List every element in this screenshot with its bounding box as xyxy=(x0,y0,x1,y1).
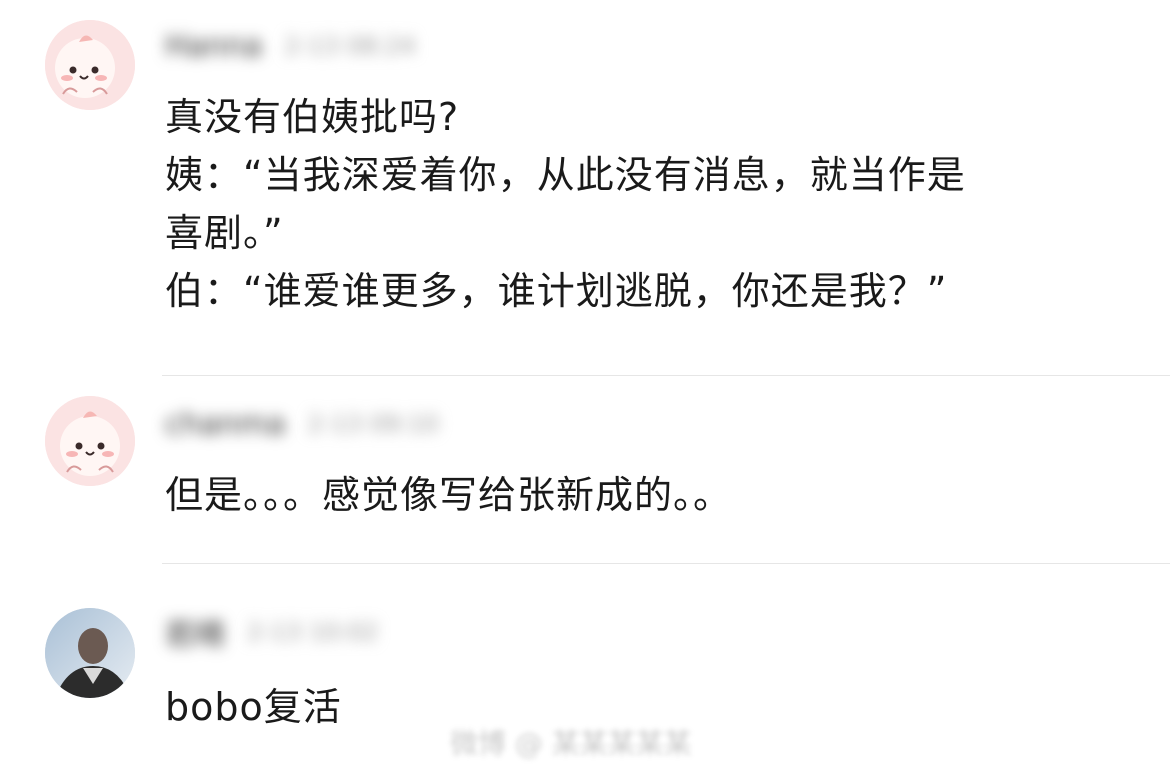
pink-cartoon-avatar-icon xyxy=(45,396,135,486)
timestamp: 2-13 09:10 xyxy=(307,410,439,438)
user-avatar[interactable] xyxy=(45,20,135,110)
comment-line: 但是。。。感觉像写给张新成的。。 xyxy=(165,473,733,517)
user-avatar[interactable] xyxy=(45,608,135,698)
timestamp: 2-13 10:02 xyxy=(247,618,379,646)
username[interactable]: chanma xyxy=(165,407,286,442)
comment-divider xyxy=(162,375,1170,376)
comment-line: 姨：“当我深爱着你，从此没有消息，就当作是 xyxy=(165,153,966,197)
comment-text: 但是。。。感觉像写给张新成的。。 xyxy=(165,466,1125,524)
username[interactable]: Hanna xyxy=(165,29,262,64)
username[interactable]: 若晴 xyxy=(165,610,225,654)
comment-meta: 若晴 2-13 10:02 xyxy=(165,610,379,654)
comment-meta: chanma 2-13 09:10 xyxy=(165,404,439,444)
photo-avatar-icon xyxy=(45,608,135,698)
user-avatar[interactable] xyxy=(45,396,135,486)
comment-divider xyxy=(162,563,1170,564)
comment-meta: Hanna 2-13 08:24 xyxy=(165,26,416,66)
watermark: 微博 @ 某某某某某 xyxy=(450,722,720,762)
watermark-text: 微博 @ 某某某某某 xyxy=(450,727,692,760)
comment-text: 真没有伯姨批吗? 姨：“当我深爱着你，从此没有消息，就当作是 喜剧。” 伯：“谁… xyxy=(165,88,1125,320)
comment-line: 真没有伯姨批吗? xyxy=(165,95,460,139)
comment-line: 喜剧。” xyxy=(165,211,284,255)
timestamp: 2-13 08:24 xyxy=(284,32,416,60)
pink-cartoon-avatar-icon xyxy=(45,20,135,110)
comment-line: 伯：“谁爱谁更多，谁计划逃脱，你还是我？” xyxy=(165,269,948,313)
